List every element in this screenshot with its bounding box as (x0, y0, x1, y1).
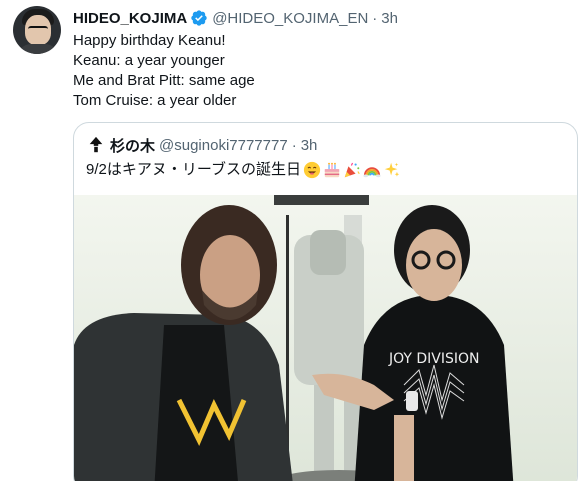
rainbow-icon (363, 167, 381, 178)
tweet-line: Me and Brat Pitt: same age (73, 72, 255, 89)
tweet-line: Happy birthday Keanu! (73, 32, 226, 49)
sparkles-icon (384, 162, 400, 177)
tweet-body: Happy birthday Keanu! Keanu: a year youn… (73, 31, 255, 111)
quoted-author-name[interactable]: 杉の木 (110, 135, 155, 156)
quoted-tweet-text: 9/2はキアヌ・リーブスの誕生日 (86, 160, 401, 180)
verified-badge-icon (190, 9, 208, 27)
photo-shirt-text: JOY DIVISION (388, 351, 480, 367)
quoted-header-separator: · (291, 136, 297, 154)
quoted-tweet-timestamp[interactable]: 3h (301, 137, 318, 154)
author-handle[interactable]: @HIDEO_KOJIMA_EN (212, 10, 368, 27)
party-popper-icon (344, 162, 360, 178)
quoted-tweet[interactable]: 杉の木 @suginoki7777777 · 3h 9/2はキアヌ・リーブスの誕… (73, 122, 578, 481)
photo-illustration: JOY DIVISION (74, 195, 577, 481)
header-separator: · (372, 9, 378, 27)
quoted-author-avatar[interactable] (86, 135, 106, 155)
author-name[interactable]: HIDEO_KOJIMA (73, 10, 187, 27)
tweet-line: Keanu: a year younger (73, 52, 225, 69)
avatar-glasses (28, 26, 48, 32)
quoted-tweet-photo[interactable]: JOY DIVISION (74, 195, 577, 481)
tweet-card[interactable]: HIDEO_KOJIMA @HIDEO_KOJIMA_EN · 3h Happy… (0, 0, 588, 481)
tweet-header: HIDEO_KOJIMA @HIDEO_KOJIMA_EN · 3h (73, 8, 398, 28)
smiling-face-icon (303, 161, 321, 179)
avatar-shirt (17, 44, 59, 54)
tweet-timestamp[interactable]: 3h (381, 10, 398, 27)
quoted-tweet-body: 9/2はキアヌ・リーブスの誕生日 (86, 161, 301, 178)
tweet-line: Tom Cruise: a year older (73, 92, 237, 109)
birthday-cake-icon (324, 162, 340, 178)
quoted-author-handle[interactable]: @suginoki7777777 (159, 137, 288, 154)
author-avatar[interactable] (13, 6, 61, 54)
tree-icon (89, 136, 103, 153)
quoted-tweet-header: 杉の木 @suginoki7777777 · 3h (86, 135, 317, 155)
